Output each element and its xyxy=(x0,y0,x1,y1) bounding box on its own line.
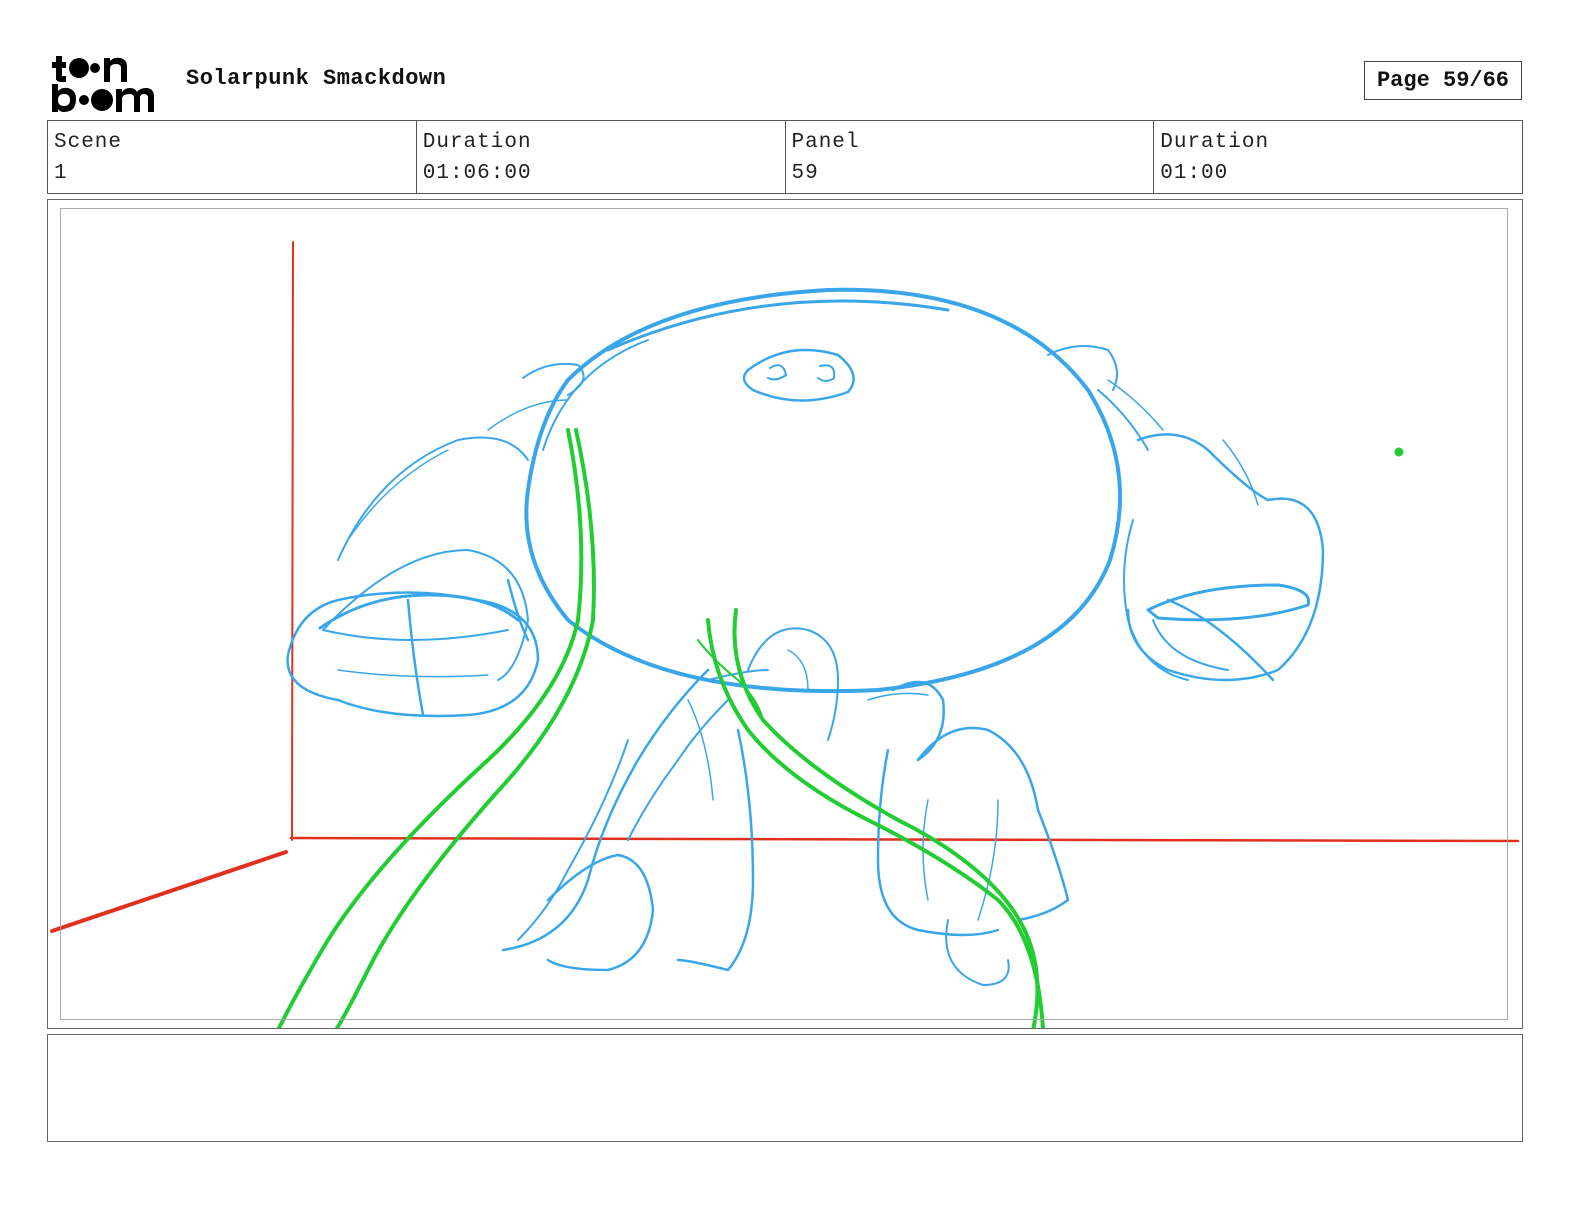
scene-duration-cell: Duration 01:06:00 xyxy=(417,121,786,193)
robot-character-sketch xyxy=(286,287,1325,986)
vine-dot xyxy=(1394,447,1404,457)
panel-duration-cell: Duration 01:00 xyxy=(1154,121,1522,193)
perspective-floor-line xyxy=(50,850,288,933)
vine-right-inner xyxy=(732,608,1040,1028)
scene-duration-value: 01:06:00 xyxy=(422,162,532,185)
vine-right-outer xyxy=(706,618,1045,1028)
panel-duration-label: Duration xyxy=(1160,131,1270,154)
panel-label: Panel xyxy=(791,131,860,154)
panel-info-table: Scene 1 Duration 01:06:00 Panel 59 Durat… xyxy=(47,120,1523,194)
scene-value: 1 xyxy=(54,162,68,185)
panel-duration-value: 01:00 xyxy=(1160,162,1229,185)
perspective-lines xyxy=(50,241,1520,933)
scene-cell: Scene 1 xyxy=(48,121,417,193)
panel-cell: Panel 59 xyxy=(786,121,1155,193)
panel-value: 59 xyxy=(791,162,819,185)
perspective-vertical-line xyxy=(291,241,294,841)
panel-sketch xyxy=(50,241,1520,1028)
scene-label: Scene xyxy=(54,131,123,154)
vine-left-inner xyxy=(334,428,596,1028)
storyboard-panel xyxy=(47,199,1523,1029)
logo-mark xyxy=(52,56,154,112)
page-indicator: Page 59/66 xyxy=(1364,61,1522,100)
project-title: Solarpunk Smackdown xyxy=(186,66,447,91)
scene-duration-label: Duration xyxy=(422,131,532,154)
toon-boom-logo xyxy=(52,56,154,112)
vine-strokes xyxy=(276,428,1404,1028)
panel-notes-box[interactable] xyxy=(47,1034,1523,1142)
